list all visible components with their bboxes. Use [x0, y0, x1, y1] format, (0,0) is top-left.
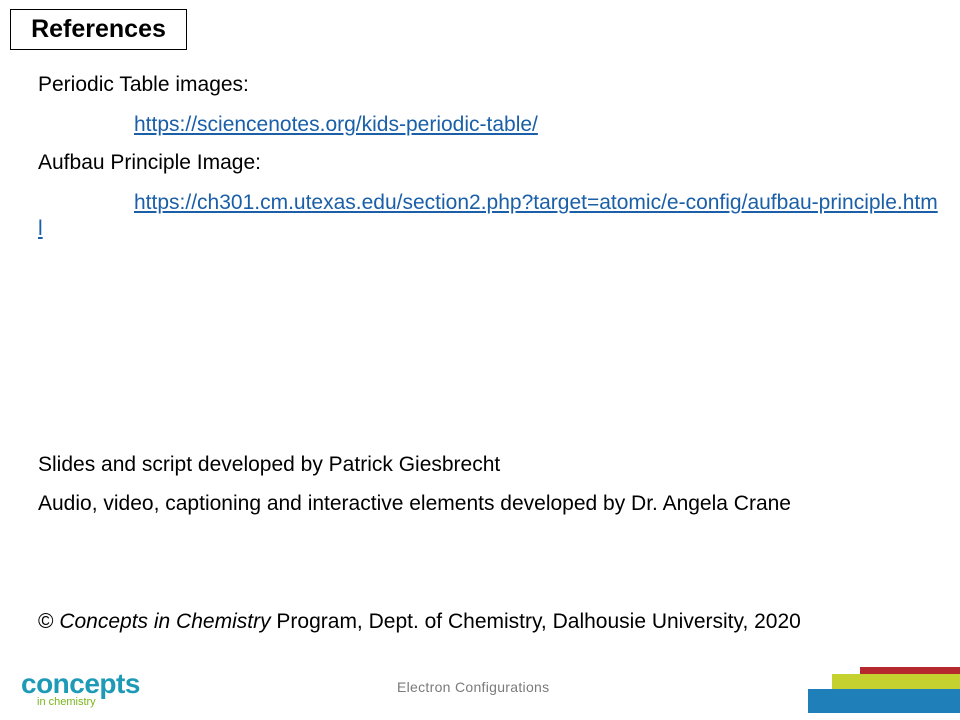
copyright-line: © Concepts in Chemistry Program, Dept. o…: [38, 609, 801, 635]
aufbau-link[interactable]: https://ch301.cm.utexas.edu/section2.php…: [38, 191, 938, 240]
copyright-symbol: ©: [38, 610, 54, 633]
logo-main-text: concepts: [21, 668, 140, 699]
periodic-table-label: Periodic Table images:: [38, 73, 249, 96]
credits-audio: Audio, video, captioning and interactive…: [38, 492, 791, 515]
decorative-bar-blue: [808, 689, 960, 713]
decorative-bar-red: [860, 667, 960, 674]
slide-title-text: References: [31, 15, 166, 43]
aufbau-label: Aufbau Principle Image:: [38, 151, 261, 174]
credits-slides: Slides and script developed by Patrick G…: [38, 453, 501, 476]
copyright-rest: Program, Dept. of Chemistry, Dalhousie U…: [270, 610, 801, 633]
slide-title: References: [10, 9, 187, 50]
periodic-table-link-line: https://sciencenotes.org/kids-periodic-t…: [134, 112, 538, 138]
decorative-bar-green: [832, 674, 960, 689]
periodic-table-link[interactable]: https://sciencenotes.org/kids-periodic-t…: [134, 113, 538, 136]
logo-sub-text: in chemistry: [37, 696, 96, 708]
program-name: Concepts in Chemistry: [59, 610, 271, 633]
footer-slide-title: Electron Configurations: [397, 679, 550, 695]
aufbau-link-line: https://ch301.cm.utexas.edu/section2.php…: [38, 190, 938, 242]
concepts-logo: concepts in chemistry: [21, 669, 171, 713]
